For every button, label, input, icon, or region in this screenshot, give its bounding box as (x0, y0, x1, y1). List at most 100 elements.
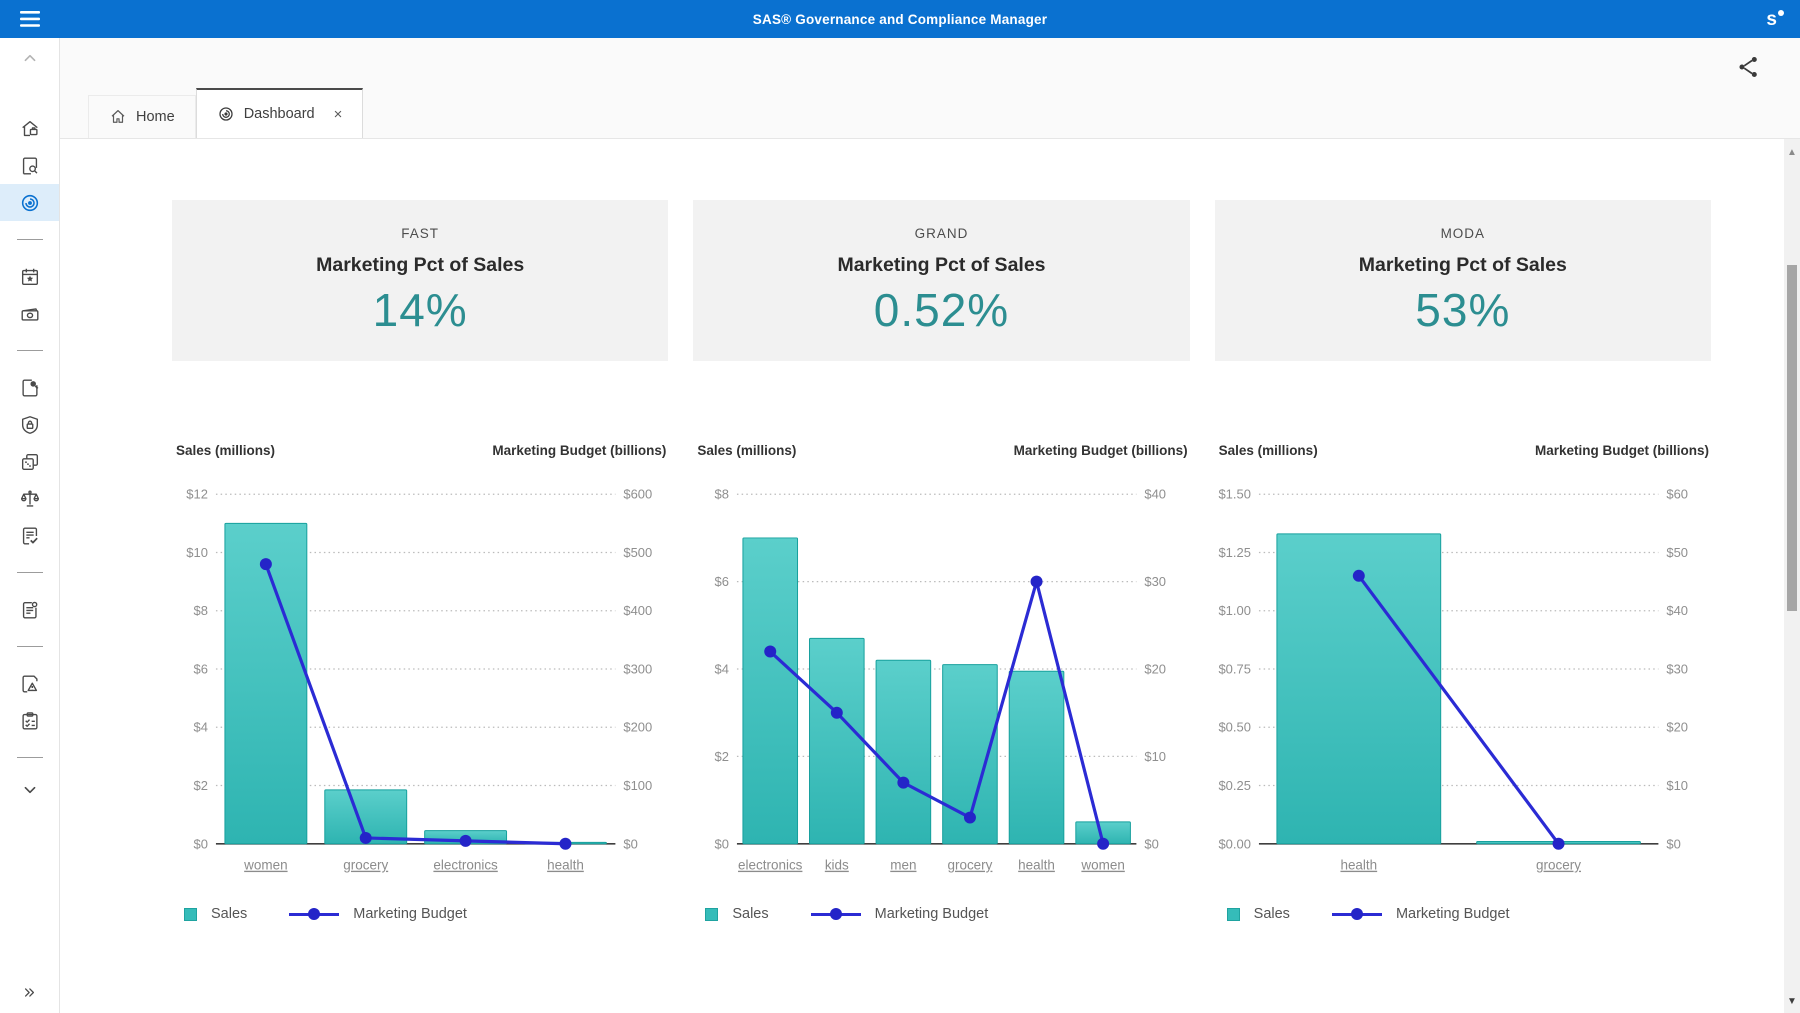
left-axis-label: Sales (millions) (176, 443, 275, 463)
category-label-kids[interactable]: kids (825, 858, 849, 873)
left-axis-tick: $0 (194, 836, 208, 851)
bar-men[interactable] (876, 660, 931, 844)
budget-point-health[interactable] (1352, 570, 1364, 582)
scrollbar-thumb[interactable] (1784, 265, 1800, 611)
budget-point-women[interactable] (1097, 838, 1109, 850)
budget-legend-marker (1332, 908, 1382, 921)
scroll-down-arrow-icon[interactable]: ▼ (1787, 996, 1797, 1007)
page-search-icon (19, 377, 41, 399)
right-axis-tick: $400 (623, 603, 652, 618)
bar-women[interactable] (225, 523, 307, 843)
category-label-men[interactable]: men (891, 858, 917, 873)
category-label-health[interactable]: health (1019, 858, 1056, 873)
sales-legend-label: Sales (211, 906, 247, 922)
category-label-women[interactable]: women (243, 858, 287, 873)
category-label-electronics[interactable]: electronics (738, 858, 803, 873)
kpi-card-grand[interactable]: GRAND Marketing Pct of Sales 0.52% (693, 200, 1189, 361)
category-label-grocery[interactable]: grocery (948, 858, 993, 873)
doc-search-icon (19, 155, 41, 177)
budget-point-grocery[interactable] (1552, 838, 1564, 850)
combo-chart[interactable]: $0$0$2$10$4$20$6$30$8$40electronicskidsm… (693, 469, 1189, 884)
sidebar-item-compliance[interactable] (0, 480, 59, 517)
right-axis-tick: $0 (1666, 836, 1680, 851)
left-axis-tick: $0.75 (1218, 662, 1250, 677)
share-icon[interactable] (1736, 54, 1762, 85)
sidebar-item-models[interactable] (0, 443, 59, 480)
category-label-grocery[interactable]: grocery (343, 858, 388, 873)
tab-dashboard[interactable]: Dashboard × (196, 88, 364, 138)
left-axis-tick: $8 (194, 603, 208, 618)
sidebar-item-reports[interactable] (0, 591, 59, 628)
sidebar-item-issues[interactable] (0, 665, 59, 702)
right-axis-label: Marketing Budget (billions) (1535, 443, 1709, 463)
right-axis-tick: $60 (1666, 487, 1688, 502)
sidebar-item-calendar-events[interactable] (0, 258, 59, 295)
tab-home[interactable]: Home (88, 95, 196, 138)
sidebar-item-finances[interactable] (0, 295, 59, 332)
sales-legend-label: Sales (732, 906, 768, 922)
budget-point-kids[interactable] (831, 707, 843, 719)
kpi-card-moda[interactable]: MODA Marketing Pct of Sales 53% (1215, 200, 1711, 361)
chart-legend: Sales Marketing Budget (184, 906, 668, 922)
chart-fast: Sales (millions) Marketing Budget (billi… (172, 443, 668, 922)
budget-point-health[interactable] (1031, 576, 1043, 588)
vertical-scrollbar[interactable]: ▲ ▼ (1784, 139, 1800, 1013)
budget-point-electronics[interactable] (765, 646, 777, 658)
tab-close-icon[interactable]: × (334, 107, 343, 122)
budget-point-women[interactable] (260, 558, 272, 570)
sidebar-item-document-search[interactable] (0, 147, 59, 184)
right-axis-tick: $300 (623, 662, 652, 677)
combo-chart[interactable]: $0.00$0$0.25$10$0.50$20$0.75$30$1.00$40$… (1215, 469, 1711, 884)
dashboard-content: FAST Marketing Pct of Sales 14% GRAND Ma… (60, 138, 1800, 1013)
left-axis-tick: $6 (715, 574, 729, 589)
budget-point-electronics[interactable] (460, 835, 472, 847)
sidebar-item-task-checklist[interactable] (0, 702, 59, 739)
category-label-women[interactable]: women (1081, 858, 1125, 873)
sidebar-item-list (0, 110, 59, 776)
category-label-grocery[interactable]: grocery (1536, 858, 1581, 873)
bar-health[interactable] (1010, 671, 1065, 844)
copy-dice-icon (19, 451, 41, 473)
budget-legend-label: Marketing Budget (353, 906, 467, 922)
sidebar-divider (17, 628, 43, 665)
home-icon (109, 108, 127, 126)
left-axis-label: Sales (millions) (1219, 443, 1318, 463)
sidebar-item-inspections[interactable] (0, 369, 59, 406)
category-label-electronics[interactable]: electronics (433, 858, 498, 873)
scroll-up-arrow-icon[interactable]: ▲ (1787, 147, 1797, 158)
category-label-health[interactable]: health (547, 858, 584, 873)
bar-kids[interactable] (810, 638, 865, 843)
right-axis-tick: $30 (1666, 662, 1688, 677)
bar-electronics[interactable] (743, 538, 798, 844)
sidebar-divider (17, 554, 43, 591)
left-axis-tick: $1.50 (1218, 487, 1250, 502)
sales-legend-label: Sales (1254, 906, 1290, 922)
category-label-health[interactable]: health (1340, 858, 1377, 873)
calendar-star-icon (19, 266, 41, 288)
left-sidebar (0, 38, 60, 1013)
sidebar-item-home-workspace[interactable] (0, 110, 59, 147)
money-icon (19, 303, 41, 325)
left-axis-tick: $0.00 (1218, 836, 1250, 851)
chart-legend: Sales Marketing Budget (705, 906, 1189, 922)
sidebar-item-security-policies[interactable] (0, 406, 59, 443)
hamburger-menu-icon[interactable] (0, 11, 60, 27)
budget-point-grocery[interactable] (360, 832, 372, 844)
sidebar-item-assessments[interactable] (0, 517, 59, 554)
sidebar-scroll-up-button[interactable] (19, 46, 41, 70)
budget-point-grocery[interactable] (964, 812, 976, 824)
sas-logo: s (1766, 0, 1784, 38)
combo-chart[interactable]: $0$0$2$100$4$200$6$300$8$400$10$500$12$6… (172, 469, 668, 884)
kpi-cards-row: FAST Marketing Pct of Sales 14% GRAND Ma… (172, 200, 1711, 361)
sales-legend-swatch (1227, 908, 1240, 921)
budget-point-men[interactable] (898, 777, 910, 789)
sidebar-expand-button[interactable] (21, 984, 38, 1001)
budget-legend-label: Marketing Budget (1396, 906, 1510, 922)
tab-strip: Home Dashboard × (60, 38, 1800, 138)
sidebar-item-dashboard[interactable] (0, 184, 59, 221)
sidebar-scroll-down-button[interactable] (19, 778, 41, 802)
tab-home-label: Home (136, 109, 175, 125)
kpi-card-fast[interactable]: FAST Marketing Pct of Sales 14% (172, 200, 668, 361)
budget-point-health[interactable] (559, 838, 571, 850)
budget-legend-marker (811, 908, 861, 921)
